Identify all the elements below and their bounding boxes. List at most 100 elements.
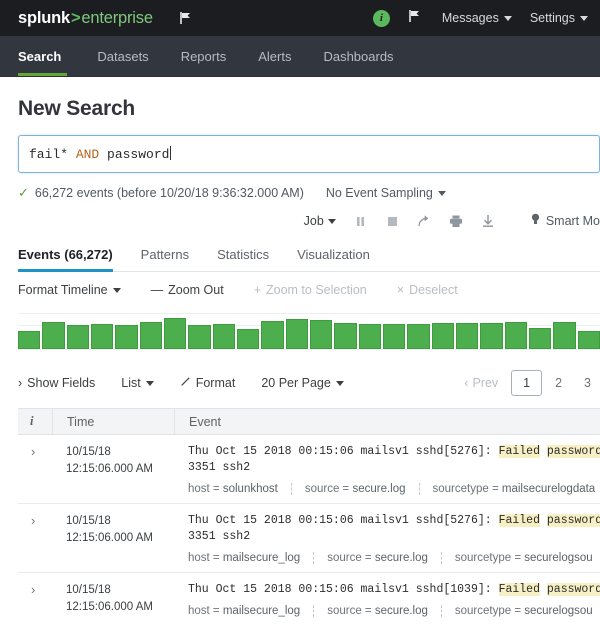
messages-menu[interactable]: Messages <box>442 11 512 25</box>
timeline-bar[interactable] <box>480 323 502 349</box>
export-icon[interactable] <box>481 214 496 229</box>
settings-menu[interactable]: Settings <box>530 11 588 25</box>
event-count-status: ✓ 66,272 events (before 10/20/18 9:36:32… <box>18 185 304 201</box>
timeline-bar[interactable] <box>91 324 113 349</box>
info-icon[interactable]: i <box>373 10 390 27</box>
messages-label: Messages <box>442 11 499 25</box>
timeline-controls: Format Timeline — Zoom Out + Zoom to Sel… <box>18 272 582 307</box>
meta-sourcetype-key: sourcetype = <box>455 552 524 564</box>
timeline-bar[interactable] <box>456 323 478 349</box>
splunk-logo[interactable]: splunk > enterprise <box>18 9 153 28</box>
timeline-bar[interactable] <box>261 321 283 349</box>
nav-tab-search[interactable]: Search <box>18 36 81 76</box>
grid-line <box>18 349 600 350</box>
job-menu[interactable]: Job <box>304 214 336 228</box>
meta-source[interactable]: source = secure.log <box>327 552 441 564</box>
zoom-out-button[interactable]: — Zoom Out <box>151 283 224 297</box>
timeline-bar[interactable] <box>67 325 89 349</box>
timeline-bar[interactable] <box>310 320 332 349</box>
table-row[interactable]: › 10/15/18 12:15:06.000 AM Thu Oct 15 20… <box>18 504 600 573</box>
meta-host[interactable]: host = mailsecure_log <box>188 605 313 617</box>
deselect-button[interactable]: × Deselect <box>397 283 458 297</box>
meta-host[interactable]: host = mailsecure_log <box>188 552 313 564</box>
page-button-1[interactable]: 1 <box>511 370 542 396</box>
meta-source[interactable]: source = secure.log <box>327 605 441 617</box>
meta-sourcetype[interactable]: sourcetype = securelogsou <box>455 552 600 564</box>
format-timeline-menu[interactable]: Format Timeline <box>18 283 121 297</box>
timeline-bar[interactable] <box>505 322 527 349</box>
print-icon[interactable] <box>449 214 464 229</box>
timeline-bar[interactable] <box>115 325 137 349</box>
timeline-chart[interactable] <box>18 311 600 357</box>
tab-statistics[interactable]: Statistics <box>203 237 283 271</box>
timeline-bar[interactable] <box>140 322 162 349</box>
per-page-menu[interactable]: 20 Per Page <box>261 376 344 390</box>
timeline-bar[interactable] <box>553 322 575 349</box>
tab-patterns[interactable]: Patterns <box>127 237 203 271</box>
share-icon[interactable] <box>417 214 432 229</box>
smart-mode-selector[interactable]: Smart Mo <box>531 213 600 229</box>
prev-page-button[interactable]: ‹ Prev <box>455 372 507 394</box>
table-row[interactable]: › 10/15/18 12:15:06.000 AM Thu Oct 15 20… <box>18 435 600 504</box>
timeline-bar[interactable] <box>334 323 356 349</box>
event-time: 10/15/18 12:15:06.000 AM <box>52 444 174 495</box>
deselect-label: Deselect <box>409 283 458 297</box>
timeline-bar[interactable] <box>188 325 210 349</box>
timeline-bar[interactable] <box>42 322 64 349</box>
expand-row-icon[interactable]: › <box>18 444 52 495</box>
timeline-bar[interactable] <box>407 324 429 349</box>
page-button-2[interactable]: 2 <box>546 372 571 394</box>
event-raw-line-2: 3351 ssh2 <box>188 529 600 545</box>
meta-divider <box>291 483 292 495</box>
zoom-to-selection-button[interactable]: + Zoom to Selection <box>254 283 367 297</box>
nav-tab-dashboards[interactable]: Dashboards <box>307 36 409 76</box>
meta-divider <box>419 483 420 495</box>
logo-splunk-text: splunk <box>18 9 70 28</box>
timeline-bar[interactable] <box>237 329 259 349</box>
timeline-bar[interactable] <box>213 324 235 349</box>
top-bar: splunk > enterprise i Messages Settings <box>0 0 600 36</box>
timeline-bar[interactable] <box>578 331 600 349</box>
table-row[interactable]: › 10/15/18 12:15:06.000 AM Thu Oct 15 20… <box>18 573 600 625</box>
search-input[interactable]: fail* AND password <box>18 135 600 173</box>
timeline-bar[interactable] <box>432 323 454 349</box>
timeline-bar[interactable] <box>529 328 551 349</box>
highlight-failed: Failed <box>499 583 540 596</box>
expand-row-icon[interactable]: › <box>18 582 52 617</box>
pause-icon[interactable] <box>353 214 368 229</box>
meta-sourcetype[interactable]: sourcetype = securelogsou <box>455 605 600 617</box>
tab-events[interactable]: Events (66,272) <box>18 237 127 271</box>
nav-tab-alerts[interactable]: Alerts <box>242 36 307 76</box>
timeline-bar[interactable] <box>286 319 308 349</box>
page-button-3[interactable]: 3 <box>575 372 600 394</box>
meta-sourcetype-value: securelogsou <box>524 605 592 617</box>
tab-visualization[interactable]: Visualization <box>283 237 384 271</box>
nav-tab-datasets[interactable]: Datasets <box>81 36 164 76</box>
text-cursor <box>170 146 171 160</box>
timeline-bar[interactable] <box>18 331 40 349</box>
settings-label: Settings <box>530 11 575 25</box>
column-header-event[interactable]: Event <box>174 408 600 435</box>
format-button[interactable]: Format <box>180 376 236 390</box>
meta-host[interactable]: host = solunkhost <box>188 483 291 495</box>
timeline-bar[interactable] <box>359 324 381 349</box>
nav-tab-label: Alerts <box>258 49 291 64</box>
event-sampling-menu[interactable]: No Event Sampling <box>326 186 446 200</box>
meta-source[interactable]: source = secure.log <box>305 483 419 495</box>
timeline-bar[interactable] <box>164 318 186 349</box>
list-view-menu[interactable]: List <box>121 376 153 390</box>
column-header-time[interactable]: Time <box>52 408 174 435</box>
meta-divider <box>441 605 442 617</box>
chevron-down-icon <box>328 219 336 224</box>
meta-sourcetype[interactable]: sourcetype = mailsecurelogdata <box>433 483 600 495</box>
show-fields-button[interactable]: › Show Fields <box>18 376 95 390</box>
expand-row-icon[interactable]: › <box>18 513 52 564</box>
flag-secondary-icon[interactable] <box>408 9 424 28</box>
nav-tab-reports[interactable]: Reports <box>165 36 243 76</box>
event-metadata: host = solunkhost source = secure.log so… <box>188 483 600 495</box>
close-icon: × <box>397 283 404 297</box>
flag-icon[interactable] <box>179 11 195 25</box>
stop-icon[interactable] <box>385 214 400 229</box>
timeline-bar[interactable] <box>383 324 405 349</box>
event-metadata: host = mailsecure_log source = secure.lo… <box>188 605 600 617</box>
